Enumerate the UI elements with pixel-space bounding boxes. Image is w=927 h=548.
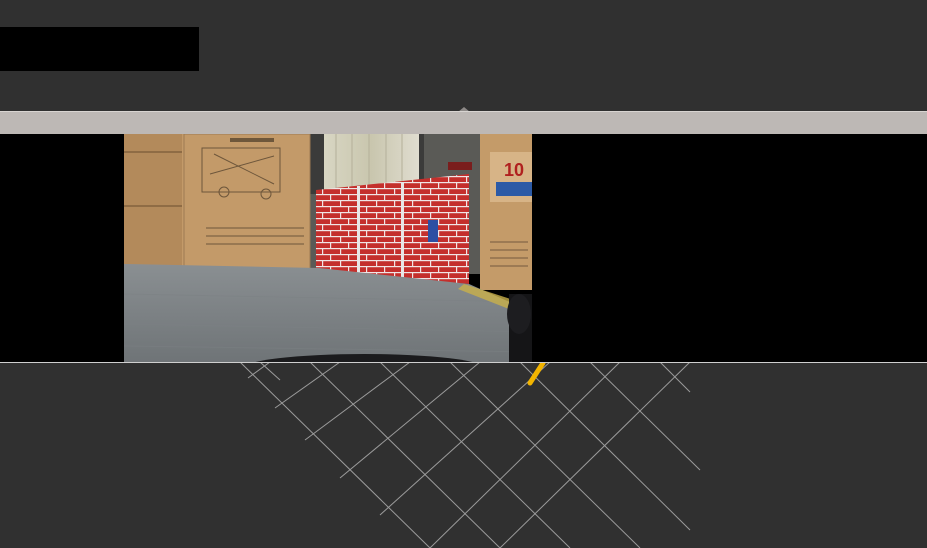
grid-line xyxy=(247,361,271,379)
camera-scene: 10 xyxy=(124,134,532,362)
svg-text:10: 10 xyxy=(504,160,524,180)
grid-line xyxy=(589,361,701,471)
grid-line xyxy=(499,361,691,548)
grid-line xyxy=(379,361,571,548)
camera-panel: 10 xyxy=(0,134,927,363)
camera-panel-header[interactable] xyxy=(0,111,927,134)
robot-marker xyxy=(527,360,546,386)
grid-line xyxy=(339,361,481,479)
3d-viewport[interactable]: 10 xyxy=(0,0,927,548)
grid-line xyxy=(309,361,501,548)
grid-line xyxy=(304,361,411,441)
grid-line xyxy=(259,361,281,381)
grid-line xyxy=(239,361,431,548)
title-box xyxy=(0,27,199,71)
grid-line xyxy=(379,361,551,516)
camera-image: 10 xyxy=(124,134,532,362)
grid-line xyxy=(429,361,621,548)
grid-line xyxy=(449,361,641,548)
grid-line xyxy=(274,361,341,409)
